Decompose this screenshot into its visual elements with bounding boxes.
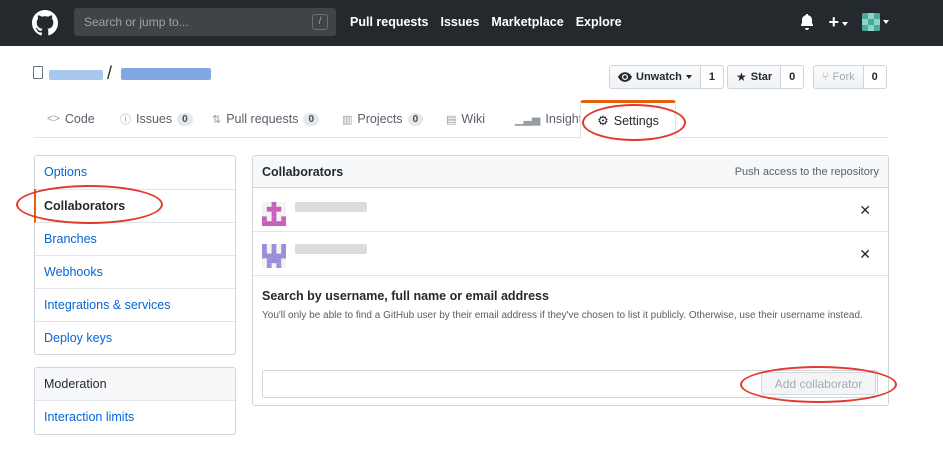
chevron-down-icon bbox=[685, 75, 692, 79]
star-icon: ★ bbox=[736, 70, 747, 84]
tab-projects[interactable]: ▥ Projects 0 bbox=[342, 100, 424, 138]
menu-item-deploy-keys[interactable]: Deploy keys bbox=[35, 321, 235, 354]
fork-icon: ⑂ bbox=[822, 71, 829, 83]
tab-insights[interactable]: ▁▃▅ Insights bbox=[515, 100, 588, 138]
fork-group: ⑂ Fork 0 bbox=[813, 65, 887, 89]
tab-pull-requests[interactable]: ⇅ Pull requests 0 bbox=[212, 100, 320, 138]
tab-settings-label: Settings bbox=[613, 113, 659, 128]
tab-wiki-label: Wiki bbox=[461, 112, 486, 126]
search-input[interactable] bbox=[84, 14, 304, 30]
user-menu[interactable] bbox=[862, 13, 889, 31]
collaborator-row: ✕ bbox=[253, 188, 888, 232]
star-group: ★ Star 0 bbox=[727, 65, 805, 89]
issue-opened-icon: ⓘ bbox=[120, 114, 131, 126]
menu-item-branches[interactable]: Branches bbox=[35, 222, 235, 255]
avatar[interactable] bbox=[262, 244, 286, 268]
github-logo-icon[interactable] bbox=[32, 10, 58, 36]
project-icon: ▥ bbox=[342, 113, 353, 126]
moderation-heading: Moderation bbox=[35, 368, 235, 401]
top-nav: Pull requests Issues Marketplace Explore bbox=[350, 15, 622, 29]
moderation-menu: Moderation Interaction limits bbox=[34, 367, 236, 435]
add-collaborator-form: Search by username, full name or email a… bbox=[253, 276, 888, 323]
search-shortcut-key: / bbox=[312, 14, 328, 30]
search-collaborator-label: Search by username, full name or email a… bbox=[262, 289, 549, 303]
add-collaborator-button[interactable]: Add collaborator bbox=[761, 372, 876, 395]
collaborator-row: ✕ bbox=[253, 232, 888, 276]
menu-item-collaborators[interactable]: Collaborators bbox=[34, 189, 235, 223]
nav-issues[interactable]: Issues bbox=[441, 15, 480, 29]
tab-wiki[interactable]: ▤ Wiki bbox=[446, 100, 485, 138]
watchers-count[interactable]: 1 bbox=[700, 65, 724, 89]
tab-code-label: Code bbox=[64, 112, 95, 126]
repo-icon bbox=[33, 66, 43, 79]
unwatch-label: Unwatch bbox=[636, 71, 682, 83]
tab-pull-requests-label: Pull requests bbox=[226, 112, 299, 126]
push-access-note: Push access to the repository bbox=[734, 166, 879, 178]
tab-code[interactable]: <> Code bbox=[47, 100, 95, 138]
fork-label: Fork bbox=[832, 71, 855, 83]
repo-tabs: <> Code ⓘ Issues 0 ⇅ Pull requests 0 ▥ P… bbox=[34, 100, 889, 138]
plus-icon: + bbox=[828, 11, 839, 32]
graph-icon: ▁▃▅ bbox=[515, 113, 541, 126]
collaborators-panel: Collaborators Push access to the reposit… bbox=[252, 155, 889, 406]
issues-count: 0 bbox=[177, 112, 193, 126]
remove-collaborator-button[interactable]: ✕ bbox=[859, 246, 871, 262]
menu-item-webhooks[interactable]: Webhooks bbox=[35, 255, 235, 288]
avatar bbox=[862, 13, 880, 31]
repo-owner-redacted[interactable] bbox=[49, 70, 103, 80]
collaborator-name-redacted[interactable] bbox=[295, 244, 367, 254]
menu-item-integrations[interactable]: Integrations & services bbox=[35, 288, 235, 321]
projects-count: 0 bbox=[407, 112, 424, 126]
menu-item-options[interactable]: Options bbox=[35, 156, 235, 189]
settings-menu: Options Collaborators Branches Webhooks … bbox=[34, 155, 236, 355]
menu-item-interaction-limits[interactable]: Interaction limits bbox=[35, 401, 235, 434]
collaborators-title: Collaborators bbox=[262, 165, 344, 179]
gear-icon: ⚙ bbox=[597, 112, 609, 128]
search-collaborator-help: You'll only be able to find a GitHub use… bbox=[262, 310, 863, 321]
stars-count[interactable]: 0 bbox=[781, 65, 805, 89]
chevron-down-icon bbox=[842, 22, 848, 27]
pulls-count: 0 bbox=[303, 112, 320, 126]
header-actions: + bbox=[800, 13, 889, 31]
global-search[interactable]: / bbox=[74, 8, 336, 36]
create-new-menu[interactable]: + bbox=[828, 11, 848, 32]
remove-collaborator-button[interactable]: ✕ bbox=[859, 202, 871, 218]
nav-explore[interactable]: Explore bbox=[576, 15, 622, 29]
bell-icon[interactable] bbox=[800, 14, 814, 30]
git-pull-request-icon: ⇅ bbox=[212, 113, 222, 126]
tab-settings[interactable]: ⚙ Settings bbox=[580, 100, 676, 139]
tab-projects-label: Projects bbox=[357, 112, 403, 126]
star-button[interactable]: ★ Star bbox=[727, 65, 782, 89]
repo-name-redacted[interactable] bbox=[121, 68, 211, 80]
forks-count[interactable]: 0 bbox=[863, 65, 887, 89]
collaborators-header: Collaborators Push access to the reposit… bbox=[253, 156, 888, 188]
top-header: / Pull requests Issues Marketplace Explo… bbox=[0, 0, 943, 46]
nav-pull-requests[interactable]: Pull requests bbox=[350, 15, 429, 29]
star-label: Star bbox=[750, 71, 773, 83]
fork-button[interactable]: ⑂ Fork bbox=[813, 65, 864, 89]
eye-icon bbox=[618, 72, 632, 82]
chevron-down-icon bbox=[883, 20, 889, 24]
unwatch-button[interactable]: Unwatch bbox=[609, 65, 701, 89]
watch-group: Unwatch 1 bbox=[609, 65, 724, 89]
repo-path-separator: / bbox=[107, 63, 113, 83]
code-icon: <> bbox=[47, 113, 60, 125]
book-icon: ▤ bbox=[446, 113, 457, 126]
tab-issues[interactable]: ⓘ Issues 0 bbox=[120, 100, 193, 138]
avatar[interactable] bbox=[262, 202, 286, 226]
nav-marketplace[interactable]: Marketplace bbox=[491, 15, 563, 29]
collaborator-name-redacted[interactable] bbox=[295, 202, 367, 212]
tab-issues-label: Issues bbox=[136, 112, 173, 126]
